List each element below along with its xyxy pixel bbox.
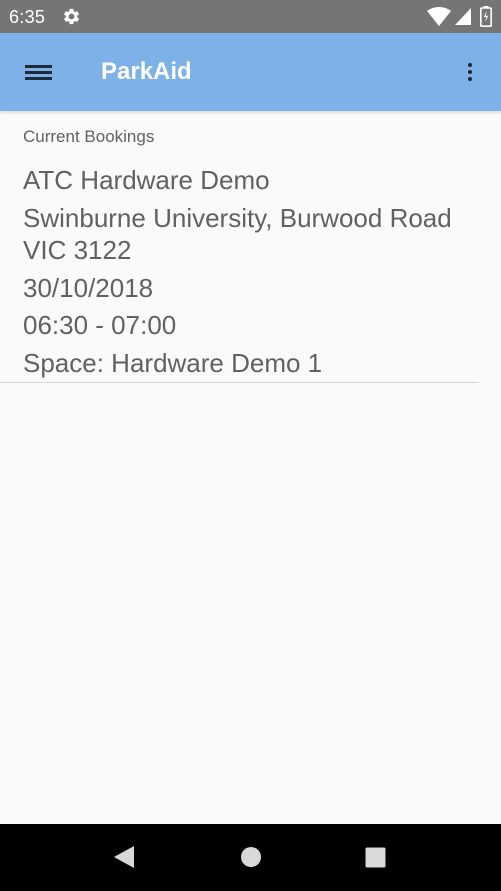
back-icon[interactable] — [112, 845, 136, 869]
app-title: ParkAid — [101, 58, 192, 85]
menu-icon[interactable] — [22, 57, 56, 87]
booking-space: Space: Hardware Demo 1 — [23, 348, 323, 378]
navigation-bar — [0, 824, 501, 891]
booking-address-line1: Swinburne University, Burwood Road — [23, 203, 452, 233]
status-bar: 6:35 — [0, 0, 501, 33]
recent-apps-icon[interactable] — [365, 847, 386, 868]
booking-date: 30/10/2018 — [23, 273, 154, 303]
home-icon[interactable] — [240, 846, 262, 868]
booking-name: ATC Hardware Demo — [23, 165, 270, 195]
wifi-icon — [427, 7, 451, 26]
gear-icon — [63, 8, 79, 25]
battery-icon — [480, 6, 492, 27]
status-time: 6:35 — [9, 7, 46, 27]
app-bar: ParkAid — [0, 33, 501, 111]
booking-time: 06:30 - 07:00 — [23, 310, 177, 340]
booking-list-item[interactable]: ATC Hardware Demo Swinburne University, … — [0, 163, 479, 383]
booking-address-line2: VIC 3122 — [23, 235, 132, 265]
signal-icon — [455, 8, 471, 25]
more-vert-icon[interactable] — [460, 57, 480, 87]
section-header: Current Bookings — [23, 127, 155, 146]
